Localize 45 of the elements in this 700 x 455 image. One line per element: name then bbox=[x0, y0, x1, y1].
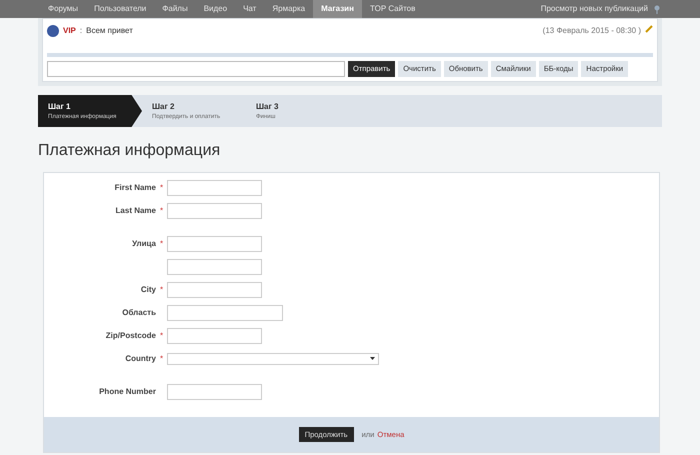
field-label: Zip/Postcode bbox=[106, 330, 156, 342]
chat-input-field[interactable] bbox=[47, 61, 345, 77]
nav-link[interactable]: Файлы bbox=[154, 0, 196, 18]
nav-link[interactable]: Чат bbox=[235, 0, 264, 18]
required-mark: * bbox=[160, 330, 164, 342]
nav-link[interactable]: TOP Сайтов bbox=[362, 0, 424, 18]
field-label: Last Name bbox=[116, 204, 156, 216]
required-mark: * bbox=[160, 284, 164, 296]
country-select[interactable] bbox=[167, 352, 379, 364]
field-label: City bbox=[140, 284, 156, 296]
text-input-field[interactable] bbox=[167, 236, 262, 252]
field-label: Улица bbox=[132, 238, 156, 250]
chat-time: (13 Февраль 2015 - 08:30 ) bbox=[542, 25, 641, 37]
text-input-field[interactable] bbox=[167, 282, 262, 298]
required-mark: * bbox=[160, 182, 164, 194]
required-mark: * bbox=[160, 352, 164, 364]
text-input-field[interactable] bbox=[167, 304, 283, 320]
text-input-field[interactable] bbox=[167, 258, 262, 274]
required-mark: * bbox=[160, 204, 164, 216]
text-input-field[interactable] bbox=[167, 384, 262, 400]
step-title: Шаг 2 bbox=[152, 100, 176, 112]
text-input-field[interactable] bbox=[167, 180, 262, 196]
step-title: Шаг 3 bbox=[256, 100, 280, 112]
pin-icon bbox=[654, 4, 660, 14]
nav-link[interactable]: Магазин bbox=[313, 0, 362, 18]
text-input-field[interactable] bbox=[167, 202, 262, 218]
text-input-field[interactable] bbox=[167, 328, 262, 344]
step-title: Шаг 1 bbox=[48, 100, 72, 112]
field-label: Country bbox=[125, 352, 156, 364]
field-label: Phone Number bbox=[99, 386, 156, 398]
pencil-icon bbox=[645, 25, 653, 33]
nav-link[interactable]: Пользователи bbox=[86, 0, 154, 18]
nav-link[interactable]: Видео bbox=[196, 0, 236, 18]
required-mark: * bbox=[160, 238, 164, 250]
new-posts-link[interactable]: Просмотр новых публикаций bbox=[540, 3, 648, 15]
avatar-icon bbox=[47, 25, 59, 37]
nav-link[interactable]: Ярмарка bbox=[264, 0, 314, 18]
field-label: First Name bbox=[114, 182, 156, 194]
chat-message: Всем привет bbox=[86, 25, 133, 37]
page-heading: Платежная информация bbox=[38, 141, 222, 161]
field-label: Область bbox=[122, 306, 156, 318]
chat-username: VIP bbox=[63, 25, 76, 37]
nav-link[interactable]: Форумы bbox=[40, 0, 86, 18]
chat-separator: : bbox=[80, 25, 82, 37]
dropdown-caret-icon bbox=[370, 357, 375, 360]
